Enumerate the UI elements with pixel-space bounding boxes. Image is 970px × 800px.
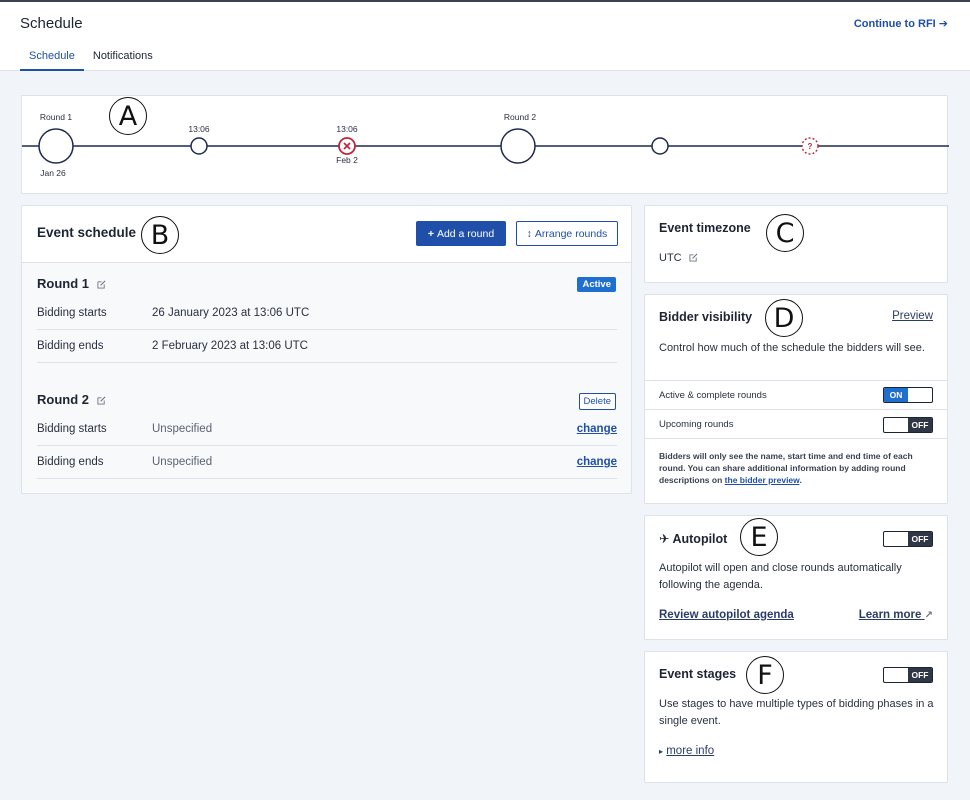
round-1-label: Round 1 (40, 112, 72, 122)
toggle-off-label: OFF (908, 532, 932, 546)
visibility-row-label: Active & complete rounds (659, 390, 767, 401)
arrange-rounds-label: Arrange rounds (534, 227, 608, 240)
row-label: Bidding starts (37, 307, 107, 319)
round-1-name: Round 1 (37, 276, 89, 291)
round-1-end-marker[interactable] (190, 137, 208, 155)
tab-notifications[interactable]: Notifications (84, 50, 162, 71)
row-label: Bidding ends (37, 340, 104, 352)
row-value: 2 February 2023 at 13:06 UTC (152, 340, 308, 352)
divider (645, 438, 947, 439)
external-link-icon: ↗ (924, 610, 933, 621)
plus-icon: + (427, 227, 434, 240)
bidder-preview-link[interactable]: the bidder preview (725, 475, 800, 485)
row-value: 26 January 2023 at 13:06 UTC (152, 307, 310, 319)
row-label: Bidding ends (37, 456, 104, 468)
round-1-end-time: 13:06 (188, 124, 210, 134)
table-row: Bidding ends Unspecified change (37, 446, 617, 479)
continue-link-label: Continue to RFI (853, 18, 936, 30)
tab-bar: Schedule Notifications (20, 50, 162, 71)
upcoming-rounds-toggle[interactable]: OFF (883, 417, 933, 433)
visibility-row-label: Upcoming rounds (659, 419, 734, 430)
row-value: Unspecified (152, 456, 213, 468)
event-timezone-title: Event timezone (659, 221, 751, 235)
event-schedule-card: Event schedule + Add a round ↕ Arrange r… (21, 205, 632, 494)
toggle-off-label: OFF (908, 668, 932, 682)
callout-e: E (740, 518, 778, 556)
caret-right-icon: ▸ (659, 747, 664, 756)
autopilot-toggle[interactable]: OFF (883, 531, 933, 547)
callout-d: D (765, 299, 803, 337)
round-2-end-marker[interactable] (651, 137, 669, 155)
timeline-graphic: Round 1 Jan 26 13:06 13:06 Feb 2 Round 2… (22, 112, 949, 178)
toggle-off-label: OFF (908, 418, 932, 432)
autopilot-title: ✈ Autopilot (659, 531, 727, 546)
change-end-link[interactable]: change (577, 456, 617, 468)
note-end: . (799, 475, 802, 485)
callout-a: A (109, 97, 147, 135)
schedule-timeline: Round 1 Jan 26 13:06 13:06 Feb 2 Round 2… (21, 95, 949, 194)
learn-more-link[interactable]: Learn more ↗ (859, 609, 933, 621)
learn-more-label: Learn more (858, 609, 922, 621)
arrange-rounds-button[interactable]: ↕ Arrange rounds (516, 221, 618, 246)
add-round-button[interactable]: + Add a round (416, 221, 506, 246)
event-stages-card: Event stages OFF Use stages to have mult… (644, 651, 948, 783)
edit-icon[interactable] (97, 280, 106, 289)
add-round-label: Add a round (436, 227, 495, 240)
event-stages-toggle[interactable]: OFF (883, 667, 933, 683)
table-row: Bidding starts Unspecified change (37, 413, 617, 446)
round-2-label: Round 2 (504, 112, 536, 122)
event-schedule-title: Event schedule (37, 225, 137, 240)
bidder-visibility-title: Bidder visibility (659, 310, 753, 324)
visibility-row-upcoming: Upcoming rounds OFF (645, 409, 947, 438)
round-1-marker[interactable] (38, 128, 74, 164)
more-info-toggle[interactable]: ▸ more info (659, 745, 714, 757)
bidder-visibility-description: Control how much of the schedule the bid… (659, 342, 925, 354)
preview-link[interactable]: Preview (892, 310, 933, 322)
tab-schedule[interactable]: Schedule (20, 50, 84, 71)
visibility-row-active: Active & complete rounds ON (645, 380, 947, 409)
toggle-on-label: ON (884, 388, 908, 402)
active-rounds-toggle[interactable]: ON (883, 387, 933, 403)
callout-c: C (766, 214, 804, 252)
edit-icon[interactable] (97, 396, 106, 405)
more-info-label: more info (666, 745, 715, 757)
autopilot-description: Autopilot will open and close rounds aut… (659, 562, 902, 591)
round-end-date: Feb 2 (336, 155, 358, 165)
event-schedule-header: Event schedule + Add a round ↕ Arrange r… (22, 206, 631, 263)
change-start-link[interactable]: change (577, 423, 617, 435)
page-title: Schedule (20, 15, 83, 32)
event-stages-title: Event stages (659, 667, 737, 681)
bidder-visibility-note: Bidders will only see the name, start ti… (659, 450, 934, 486)
callout-b: B (141, 216, 179, 254)
timezone-label: UTC (659, 252, 682, 264)
autopilot-label: Autopilot (672, 532, 728, 546)
edit-icon[interactable] (689, 253, 698, 262)
table-row: Bidding starts 26 January 2023 at 13:06 … (37, 297, 617, 330)
callout-f: F (746, 656, 784, 694)
continue-to-rfi-link[interactable]: Continue to RFI ➔ (854, 17, 948, 30)
round-2-marker[interactable] (500, 128, 536, 164)
round-2-title: Round 2 (37, 392, 106, 407)
review-autopilot-agenda-link[interactable]: Review autopilot agenda (659, 609, 794, 621)
event-stages-description: Use stages to have multiple types of bid… (659, 698, 934, 727)
round-1-title: Round 1 (37, 276, 106, 291)
question-icon: ? (808, 142, 813, 151)
arrow-right-icon: ➔ (938, 18, 948, 30)
page-header: Schedule Continue to RFI ➔ Schedule Noti… (0, 2, 970, 71)
status-badge: Active (577, 277, 616, 292)
autopilot-card: ✈ Autopilot OFF Autopilot will open and c… (644, 515, 948, 640)
delete-round-button[interactable]: Delete (578, 393, 616, 410)
table-row: Bidding ends 2 February 2023 at 13:06 UT… (37, 330, 617, 363)
plane-icon: ✈ (659, 532, 670, 546)
arrange-icon: ↕ (526, 227, 532, 240)
timezone-value: UTC (659, 250, 698, 267)
row-label: Bidding starts (37, 423, 107, 435)
row-value: Unspecified (152, 423, 213, 435)
rounds-list: Round 1 Active Bidding starts 26 January… (22, 263, 631, 493)
round-end-time: 13:06 (336, 124, 358, 134)
round-1-date: Jan 26 (40, 168, 66, 178)
round-2-name: Round 2 (37, 392, 89, 407)
